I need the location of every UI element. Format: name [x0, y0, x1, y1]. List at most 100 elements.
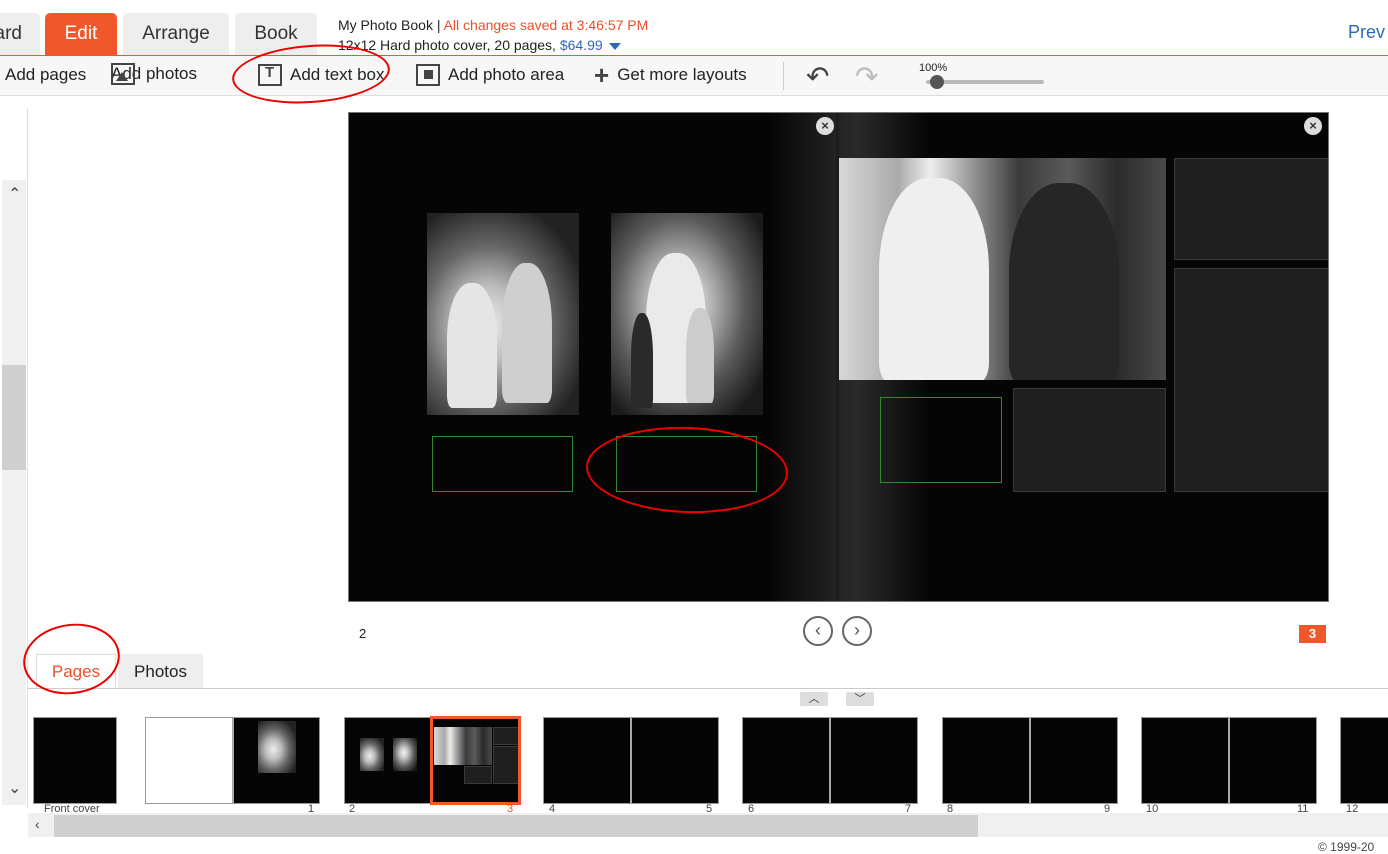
tab-dashboard-label: ard — [0, 23, 22, 44]
thumbnail-blank-page — [146, 718, 232, 803]
strip-scroll-down-icon[interactable]: ﹀ — [846, 692, 874, 706]
thumbnail-selected-indicator — [430, 716, 521, 805]
previous-page-icon[interactable]: ‹ — [803, 616, 833, 646]
thumbnail-photo — [393, 738, 417, 771]
thumbnail-label: 1 — [308, 803, 315, 813]
photo-bride-groom[interactable] — [839, 158, 1166, 380]
left-scrollbar[interactable] — [2, 180, 26, 805]
page-spread: × × — [348, 112, 1329, 602]
photo-figure — [879, 178, 989, 380]
tab-arrange[interactable]: Arrange — [123, 13, 229, 55]
thumbnail-divider — [1029, 718, 1031, 803]
thumbnail-label: 9 — [1104, 803, 1111, 813]
thumbnail-photo — [258, 721, 296, 773]
text-box[interactable] — [432, 436, 573, 492]
chevron-up-icon[interactable]: ⌃ — [8, 184, 21, 204]
price-dropdown-icon[interactable] — [608, 42, 621, 50]
left-page-number: 2 — [359, 626, 367, 641]
thumbnail-label: 8 — [947, 803, 954, 813]
tab-book-label: Book — [254, 23, 298, 44]
strip-divider — [28, 688, 1388, 689]
thumbnail-page-1[interactable] — [145, 717, 320, 804]
zoom-slider-handle[interactable] — [929, 75, 944, 89]
thumbnail-label: Front cover — [44, 803, 100, 813]
zoom-label: 100% — [919, 62, 948, 74]
photo-figure — [502, 263, 552, 403]
photo-bridesmaids[interactable] — [427, 213, 579, 415]
toolbar-divider — [783, 62, 784, 90]
thumbnail-divider — [1228, 718, 1230, 803]
thumbnail-divider — [232, 718, 234, 803]
thumbnail-pages-4-5[interactable] — [543, 717, 719, 804]
photo-figure — [1009, 183, 1119, 380]
text-box-icon — [258, 64, 282, 86]
thumbnail-label: 12 — [1346, 803, 1359, 813]
chevron-down-icon[interactable]: ⌄ — [8, 778, 21, 798]
add-text-box-label: Add text box — [290, 65, 385, 84]
thumbnail-page-12[interactable] — [1340, 717, 1388, 804]
chevron-left-icon[interactable]: ‹ — [35, 816, 40, 832]
thumbnail-divider — [829, 718, 831, 803]
book-details: 12x12 Hard photo cover, 20 pages, — [338, 37, 560, 53]
tab-pages-label: Pages — [51, 662, 101, 681]
book-details-line: 12x12 Hard photo cover, 20 pages, $64.99 — [338, 37, 621, 53]
book-title-line: My Photo Book | All changes saved at 3:4… — [338, 17, 648, 33]
thumbnail-label: 3 — [507, 803, 514, 813]
photo-area[interactable] — [1174, 158, 1328, 260]
tab-dashboard[interactable]: ard — [0, 13, 40, 55]
thumbnail-label: 10 — [1146, 803, 1159, 813]
thumbnail-photo — [360, 738, 384, 771]
photo-bride-children[interactable] — [611, 213, 763, 415]
preview-link[interactable]: Prev — [1348, 22, 1388, 43]
add-photo-icon — [111, 63, 135, 85]
tab-pages[interactable]: Pages — [36, 654, 116, 689]
text-box[interactable] — [880, 397, 1002, 483]
redo-icon[interactable]: ↷ — [855, 60, 878, 93]
photo-figure — [447, 283, 497, 408]
get-more-layouts-button[interactable]: + Get more layouts — [594, 60, 747, 90]
book-price[interactable]: $64.99 — [560, 37, 603, 53]
add-photo-area-label: Add photo area — [448, 65, 565, 84]
tab-photos-label: Photos — [134, 661, 187, 681]
strip-scroll-up-icon[interactable]: ︿ — [800, 692, 828, 706]
tab-edit[interactable]: Edit — [45, 13, 117, 55]
add-photos-button[interactable]: Add photos — [111, 63, 197, 85]
close-icon[interactable]: × — [816, 117, 834, 135]
text-box[interactable] — [616, 436, 757, 492]
add-pages-button[interactable]: Add pages — [5, 65, 86, 85]
tab-book[interactable]: Book — [235, 13, 317, 55]
thumbnail-label: 2 — [349, 803, 356, 813]
add-pages-label: Add pages — [5, 65, 87, 84]
get-more-layouts-label: Get more layouts — [617, 65, 747, 84]
photo-area[interactable] — [1013, 388, 1166, 492]
thumbnail-pages-6-7[interactable] — [742, 717, 918, 804]
photo-figure — [631, 313, 653, 408]
thumbnail-label: 11 — [1297, 803, 1309, 813]
thumbnail-front-cover[interactable] — [33, 717, 117, 804]
close-icon[interactable]: × — [1304, 117, 1322, 135]
thumbnail-divider — [630, 718, 632, 803]
plus-icon: + — [594, 60, 610, 90]
thumbnail-label: 5 — [706, 803, 713, 813]
thumbnail-pages-8-9[interactable] — [942, 717, 1118, 804]
left-scrollbar-thumb[interactable] — [2, 365, 26, 470]
photo-area-icon — [416, 64, 440, 86]
thumbnail-label: 6 — [748, 803, 755, 813]
tab-photos[interactable]: Photos — [118, 654, 203, 689]
add-photo-area-button[interactable]: Add photo area — [416, 64, 564, 86]
right-page-number: 3 — [1299, 625, 1326, 643]
copyright-text: © 1999-20 — [1318, 840, 1375, 854]
book-title: My Photo Book — [338, 17, 433, 33]
save-status: All changes saved at 3:46:57 PM — [443, 17, 649, 33]
add-text-box-button[interactable]: Add text box — [258, 64, 385, 86]
title-separator: | — [432, 17, 444, 33]
horizontal-scrollbar-thumb[interactable] — [54, 815, 978, 837]
thumbnail-pages-10-11[interactable] — [1141, 717, 1317, 804]
tab-edit-label: Edit — [64, 23, 98, 44]
thumbnail-label: 4 — [549, 803, 556, 813]
next-page-icon[interactable]: › — [842, 616, 872, 646]
photo-area[interactable] — [1174, 268, 1328, 492]
tab-arrange-label: Arrange — [142, 23, 210, 44]
undo-icon[interactable]: ↶ — [806, 60, 829, 93]
photo-figure — [686, 308, 714, 403]
